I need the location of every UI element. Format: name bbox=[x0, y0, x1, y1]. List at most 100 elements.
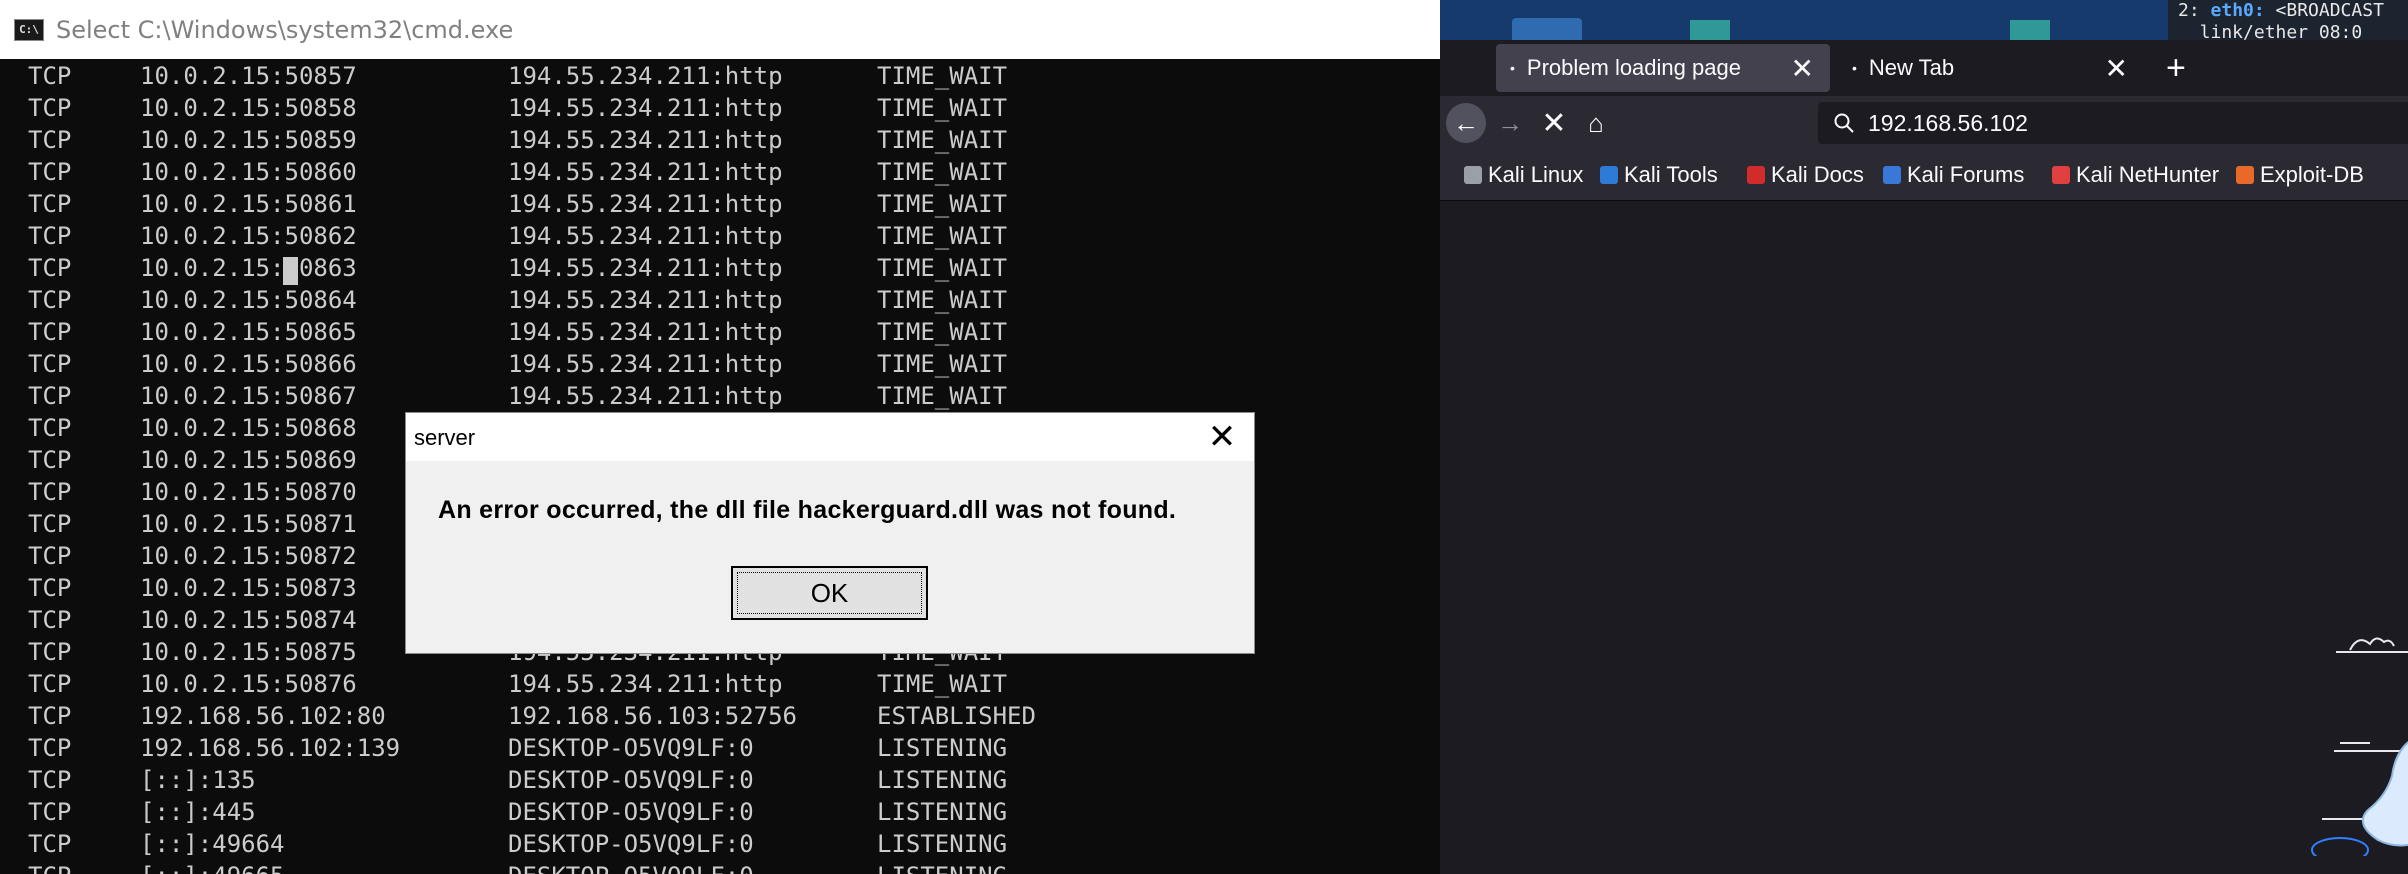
local-address-cell: 10.0.2.15:50864 bbox=[140, 286, 357, 314]
bookmark-item[interactable]: Kali Linux bbox=[1464, 162, 1583, 188]
new-tab-button[interactable]: + bbox=[2166, 40, 2186, 96]
protocol-cell: TCP bbox=[28, 734, 72, 762]
netstat-row: TCP 192.168.56.102:80 192.168.56.103:52756… bbox=[0, 700, 1440, 732]
state-cell: TIME_WAIT bbox=[877, 190, 1008, 218]
local-address-cell: 10.0.2.15:50876 bbox=[140, 670, 357, 698]
bookmark-item[interactable]: Kali NetHunter bbox=[2052, 162, 2219, 188]
url-bar[interactable]: 192.168.56.102 bbox=[1818, 102, 2408, 144]
tab-problem-loading[interactable]: • Problem loading page ✕ bbox=[1496, 44, 1830, 92]
protocol-cell: TCP bbox=[28, 126, 72, 154]
local-address-cell: 10.0.2.15:50858 bbox=[140, 94, 357, 122]
netstat-row: TCP 10.0.2.15:50859 194.55.234.211:http TIM… bbox=[0, 124, 1440, 156]
exploit-db-icon bbox=[2236, 166, 2254, 184]
cmd-window-title: Select C:\Windows\system32\cmd.exe bbox=[56, 15, 514, 44]
foreign-address-cell: 194.55.234.211:http bbox=[508, 158, 783, 186]
local-address-cell: 10.0.2.15:50862 bbox=[140, 222, 357, 250]
state-cell: LISTENING bbox=[877, 766, 1008, 794]
local-address-cell: 10.0.2.15:50857 bbox=[140, 62, 357, 90]
local-address-cell: [::]:49665 bbox=[140, 860, 285, 874]
back-button[interactable]: ← bbox=[1446, 103, 1486, 143]
state-cell: TIME_WAIT bbox=[877, 222, 1008, 250]
state-cell: TIME_WAIT bbox=[877, 286, 1008, 314]
stop-button[interactable]: ✕ bbox=[1534, 103, 1574, 143]
dialog-message: An error occurred, the dll file hackergu… bbox=[438, 496, 1177, 524]
foreign-address-cell: 194.55.234.211:http bbox=[508, 254, 783, 282]
local-address-cell: 10.0.2.15:50860 bbox=[140, 158, 357, 186]
local-address-cell: 10.0.2.15:50861 bbox=[140, 190, 357, 218]
tab-close-icon[interactable]: ✕ bbox=[2105, 52, 2128, 85]
forward-button[interactable]: → bbox=[1490, 103, 1530, 143]
foreign-address-cell: 194.55.234.211:http bbox=[508, 94, 783, 122]
local-address-cell: 10.0.2.15:50865 bbox=[140, 318, 357, 346]
local-address-cell: 10.0.2.15:50875 bbox=[140, 638, 357, 666]
netstat-row: TCP 10.0.2.15:50862 194.55.234.211:http TIM… bbox=[0, 220, 1440, 252]
protocol-cell: TCP bbox=[28, 606, 72, 634]
tab-label: New Tab bbox=[1868, 55, 1955, 80]
bookmark-item[interactable]: Exploit-DB bbox=[2236, 162, 2364, 188]
foreign-address-cell: 194.55.234.211:http bbox=[508, 318, 783, 346]
firefox-error-illustration bbox=[2311, 637, 2408, 856]
protocol-cell: TCP bbox=[28, 638, 72, 666]
foreign-address-cell: 194.55.234.211:http bbox=[508, 190, 783, 218]
protocol-cell: TCP bbox=[28, 860, 71, 874]
local-address-cell: 10.0.2.15:50863 bbox=[140, 254, 357, 282]
protocol-cell: TCP bbox=[28, 798, 72, 826]
local-address-cell: 10.0.2.15:50872 bbox=[140, 542, 357, 570]
protocol-cell: TCP bbox=[28, 702, 72, 730]
local-address-cell: [::]:135 bbox=[140, 766, 256, 794]
tab-close-icon[interactable]: ✕ bbox=[1791, 52, 1814, 85]
bookmark-item[interactable]: Kali Forums bbox=[1883, 162, 2024, 188]
terminal-rest: <BROADCAST bbox=[2264, 0, 2384, 21]
protocol-cell: TCP bbox=[28, 670, 72, 698]
state-cell: TIME_WAIT bbox=[877, 350, 1008, 378]
cmd-title-bar[interactable]: C:\ Select C:\Windows\system32\cmd.exe bbox=[0, 0, 1440, 59]
desktop-icon[interactable] bbox=[2010, 20, 2050, 40]
dialog-close-button[interactable]: ✕ bbox=[1190, 413, 1254, 461]
netstat-row: TCP 10.0.2.15:50857 194.55.234.211:http TIM… bbox=[0, 60, 1440, 92]
bookmark-label: Exploit-DB bbox=[2260, 162, 2364, 187]
local-address-cell: 10.0.2.15:50871 bbox=[140, 510, 357, 538]
dialog-title-bar[interactable]: server ✕ bbox=[406, 413, 1254, 461]
protocol-cell: TCP bbox=[28, 94, 72, 122]
protocol-cell: TCP bbox=[28, 254, 72, 282]
desktop-icon[interactable] bbox=[1690, 20, 1730, 40]
state-cell: TIME_WAIT bbox=[877, 382, 1008, 410]
foreign-address-cell: 194.55.234.211:http bbox=[508, 670, 783, 698]
state-cell: TIME_WAIT bbox=[877, 670, 1008, 698]
state-cell: LISTENING bbox=[877, 830, 1008, 858]
foreign-address-cell: DESKTOP-O5VQ9LF:0 bbox=[508, 798, 754, 826]
protocol-cell: TCP bbox=[28, 382, 72, 410]
protocol-cell: TCP bbox=[28, 510, 72, 538]
state-cell: TIME_WAIT bbox=[877, 158, 1008, 186]
browser-tab-bar: • Problem loading page ✕ • New Tab ✕ bbox=[1440, 40, 2408, 96]
netstat-row: TCP 10.0.2.15:50860 194.55.234.211:http TIM… bbox=[0, 156, 1440, 188]
kali-dragon-icon bbox=[1464, 166, 1482, 184]
state-cell: TIME_WAIT bbox=[877, 254, 1008, 282]
local-address-cell: 10.0.2.15:50869 bbox=[140, 446, 357, 474]
nethunter-icon bbox=[2052, 166, 2070, 184]
local-address-cell: 192.168.56.102:80 bbox=[140, 702, 386, 730]
foreign-address-cell: DESKTOP-O5VQ9LF:0 bbox=[508, 766, 754, 794]
kali-tools-icon bbox=[1600, 166, 1618, 184]
terminal-snippet: 2: eth0: <BROADCAST link/ether 08:0 bbox=[2168, 0, 2408, 44]
tab-new-tab[interactable]: • New Tab ✕ bbox=[1838, 44, 2144, 92]
kali-forums-icon bbox=[1883, 166, 1901, 184]
foreign-address-cell: 194.55.234.211:http bbox=[508, 382, 783, 410]
local-address-cell: 10.0.2.15:50870 bbox=[140, 478, 357, 506]
ok-button[interactable]: OK bbox=[731, 566, 928, 620]
protocol-cell: TCP bbox=[28, 478, 72, 506]
netstat-row: TCP [::]:445 DESKTOP-O5VQ9LF:0 LISTENING bbox=[0, 796, 1440, 828]
netstat-row: TCP [::]:135 DESKTOP-O5VQ9LF:0 LISTENING bbox=[0, 764, 1440, 796]
folder-icon[interactable] bbox=[1512, 18, 1582, 40]
foreign-address-cell: 194.55.234.211:http bbox=[508, 350, 783, 378]
kali-vm-window: 2: eth0: <BROADCAST link/ether 08:0 • Pr… bbox=[1440, 0, 2408, 874]
kali-desktop: 2: eth0: <BROADCAST link/ether 08:0 bbox=[1440, 0, 2408, 44]
bookmark-item[interactable]: Kali Docs bbox=[1747, 162, 1864, 188]
local-address-cell: 10.0.2.15:50868 bbox=[140, 414, 357, 442]
protocol-cell: TCP bbox=[28, 574, 72, 602]
netstat-row: TCP 10.0.2.15:50876 194.55.234.211:http TIM… bbox=[0, 668, 1440, 700]
state-cell: TIME_WAIT bbox=[877, 94, 1008, 122]
terminal-prefix: 2: bbox=[2178, 0, 2211, 21]
home-button[interactable]: ⌂ bbox=[1576, 103, 1616, 143]
bookmark-item[interactable]: Kali Tools bbox=[1600, 162, 1718, 188]
